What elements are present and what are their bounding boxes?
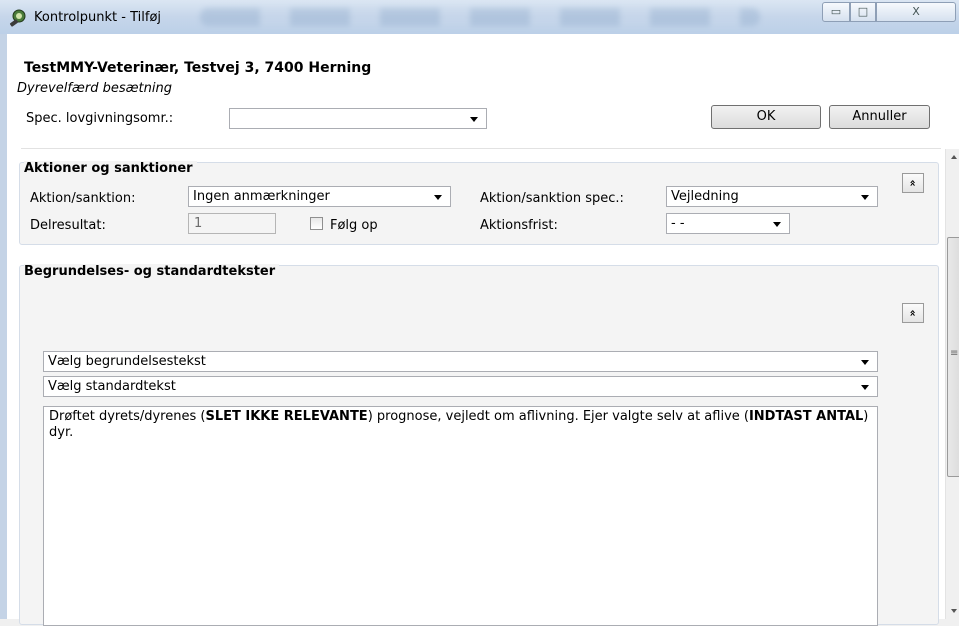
collapse-texts-button[interactable]: «: [902, 303, 924, 323]
standard-text-dropdown[interactable]: Vælg standardtekst: [43, 376, 878, 397]
body-text-2: ) prognose, vejledt om aflivning. Ejer v…: [367, 409, 749, 424]
titlebar-glare: [200, 8, 760, 26]
action-spec-label: Aktion/sanktion spec.:: [480, 191, 624, 206]
texts-group-title: Begrundelses- og standardtekster: [24, 264, 280, 279]
deadline-label: Aktionsfrist:: [480, 218, 558, 233]
delresultat-label: Delresultat:: [30, 218, 106, 233]
close-button[interactable]: X: [876, 2, 956, 22]
collapse-icon: «: [906, 309, 920, 317]
spec-dropdown[interactable]: [229, 108, 487, 129]
spec-label: Spec. lovgivningsomr.:: [26, 111, 174, 126]
deadline-value: - -: [671, 216, 685, 231]
scroll-thumb[interactable]: ≡: [947, 237, 959, 477]
follow-up-checkbox[interactable]: [310, 217, 323, 230]
body-bold-1: SLET IKKE RELEVANTE: [205, 409, 368, 424]
body-text-1: Drøftet dyrets/dyrenes (: [49, 409, 206, 424]
scroll-up-arrow-icon[interactable]: [946, 149, 959, 166]
scroll-down-arrow-icon[interactable]: [946, 602, 959, 619]
chevron-down-icon: [861, 385, 869, 390]
chevron-down-icon: [434, 195, 442, 200]
delresultat-field[interactable]: 1: [188, 213, 276, 234]
collapse-icon: «: [906, 179, 920, 187]
maximize-icon: □: [857, 5, 869, 18]
chevron-down-icon: [861, 195, 869, 200]
grip-icon: ≡: [950, 348, 959, 359]
standard-text-value: Vælg standardtekst: [48, 379, 176, 394]
title-bar[interactable]: Kontrolpunkt - Tilføj ▭ □ X: [0, 0, 959, 34]
collapse-actions-button[interactable]: «: [902, 173, 924, 193]
ok-button[interactable]: OK: [711, 105, 821, 129]
maximize-button[interactable]: □: [850, 2, 876, 22]
cancel-button[interactable]: Annuller: [829, 105, 930, 129]
minimize-button[interactable]: ▭: [822, 2, 850, 22]
actions-group: Aktioner og sanktioner « Aktion/sanktion…: [19, 161, 939, 245]
deadline-picker[interactable]: - -: [666, 213, 790, 234]
window-border: [0, 34, 7, 619]
action-value: Ingen anmærkninger: [193, 189, 330, 204]
body-bold-2: INDTAST ANTAL: [748, 409, 864, 424]
action-dropdown[interactable]: Ingen anmærkninger: [188, 186, 451, 207]
dialog-client: TestMMY-Veterinær, Testvej 3, 7400 Herni…: [7, 34, 959, 626]
app-icon: [9, 9, 26, 27]
justification-textarea[interactable]: Drøftet dyrets/dyrenes (SLET IKKE RELEVA…: [43, 406, 878, 626]
reason-text-value: Vælg begrundelsestekst: [48, 354, 206, 369]
action-spec-value: Vejledning: [671, 189, 739, 204]
vertical-scrollbar[interactable]: ≡: [945, 149, 959, 619]
follow-up-label[interactable]: Følg op: [330, 218, 378, 233]
reason-text-dropdown[interactable]: Vælg begrundelsestekst: [43, 351, 878, 372]
location-subtitle: Dyrevelfærd besætning: [17, 81, 172, 96]
chevron-down-icon: [773, 222, 781, 227]
location-title: TestMMY-Veterinær, Testvej 3, 7400 Herni…: [24, 60, 372, 76]
chevron-down-icon: [470, 117, 478, 122]
window-title: Kontrolpunkt - Tilføj: [34, 10, 162, 25]
actions-group-title: Aktioner og sanktioner: [24, 161, 197, 176]
action-spec-dropdown[interactable]: Vejledning: [666, 186, 878, 207]
action-label: Aktion/sanktion:: [30, 191, 136, 206]
texts-group: Begrundelses- og standardtekster « Vælg …: [19, 264, 939, 626]
close-icon: X: [912, 5, 920, 18]
chevron-down-icon: [861, 360, 869, 365]
minimize-icon: ▭: [830, 5, 842, 18]
separator: [21, 148, 941, 149]
